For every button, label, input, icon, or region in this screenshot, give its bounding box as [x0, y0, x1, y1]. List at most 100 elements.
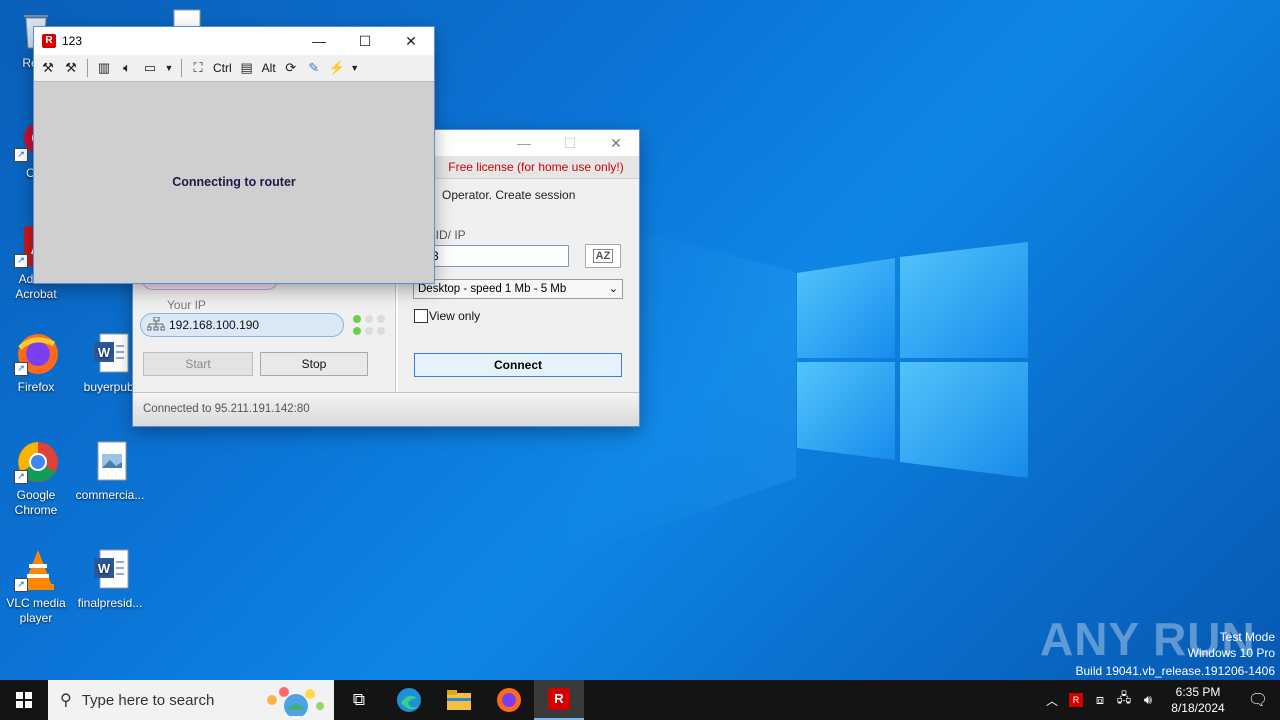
- your-ip-field: 192.168.100.190: [140, 313, 344, 337]
- network-icon: 🖧︎: [1116, 690, 1132, 705]
- license-banner: Free license (for home use only!): [433, 156, 639, 179]
- minimize-button[interactable]: —: [296, 27, 342, 55]
- pen-icon[interactable]: ✎: [304, 58, 324, 78]
- shortcut-arrow-icon: ↗: [14, 578, 28, 592]
- firefox-icon: [497, 688, 521, 712]
- pane-divider: [395, 280, 398, 392]
- toolbar-separator: [87, 59, 88, 77]
- panel-icon[interactable]: ▥: [94, 58, 114, 78]
- taskbar-file-explorer[interactable]: [434, 680, 484, 720]
- start-button[interactable]: [0, 680, 48, 720]
- az-icon: AZ: [592, 249, 614, 263]
- litemanager-app-icon: R: [548, 688, 570, 710]
- firefox-icon: ↗: [14, 332, 58, 376]
- stop-button-label: Stop: [301, 357, 327, 371]
- shortcut-arrow-icon: ↗: [14, 470, 28, 484]
- chevron-up-icon: ︿: [1045, 693, 1058, 708]
- speed-select-value: Desktop - speed 1 Mb - 5 Mb: [418, 283, 567, 295]
- task-view-button[interactable]: ⧉: [334, 680, 384, 720]
- close-button[interactable]: ✕: [593, 129, 639, 157]
- desktop-icon-vlc[interactable]: ↗ VLC media player: [0, 548, 72, 626]
- chevron-down-icon: ⌄: [608, 283, 618, 295]
- connect-button[interactable]: Connect: [414, 353, 622, 377]
- clock-date: 8/18/2024: [1171, 701, 1225, 715]
- speaker-icon[interactable]: 🔈︎: [117, 58, 137, 78]
- shortcut-arrow-icon: ↗: [14, 148, 28, 162]
- viewer-toolbar: ⚒ ⚒ ▥ 🔈︎ ▭ ▼ ⛶ Ctrl ▤ Alt ⟳ ✎ ⚡ ▼: [34, 55, 434, 82]
- tools-icon[interactable]: ⚒: [61, 58, 81, 78]
- minimize-button[interactable]: —: [501, 129, 547, 157]
- taskbar-litemanager[interactable]: R: [534, 680, 584, 720]
- network-icon: [146, 316, 167, 334]
- close-button[interactable]: ✕: [388, 27, 434, 55]
- tray-litemanager[interactable]: R: [1064, 680, 1088, 720]
- watermark-edition: Windows 10 Pro: [1187, 646, 1275, 660]
- litemanager-tray-icon: R: [1069, 693, 1083, 707]
- monitor-icon[interactable]: ▭: [140, 58, 160, 78]
- desktop-icon-commercia[interactable]: commercia...: [74, 440, 146, 503]
- tray-volume[interactable]: 🔊︎: [1136, 680, 1160, 720]
- taskbar-clock[interactable]: 6:35 PM 8/18/2024: [1160, 680, 1236, 720]
- svg-text:W: W: [98, 345, 111, 360]
- chevron-down-icon[interactable]: ▼: [350, 58, 360, 78]
- litemanager-app-icon: R: [42, 34, 56, 48]
- anyrun-watermark: ANY RUN Test Mode Windows 10 Pro Build 1…: [1040, 612, 1280, 680]
- connect-button-label: Connect: [494, 358, 542, 372]
- viewer-status-message: Connecting to router: [172, 175, 296, 189]
- wrench-icon[interactable]: ⚒: [38, 58, 58, 78]
- taskbar: ⚲ Type here to search ⧉ R ︿ R ⧈ 🖧︎ 🔊︎ 6:…: [0, 680, 1280, 720]
- taskbar-search-box[interactable]: ⚲ Type here to search: [48, 680, 334, 720]
- fullscreen-icon[interactable]: ⛶: [188, 58, 208, 78]
- watermark-test-mode: Test Mode: [1219, 630, 1275, 644]
- view-only-checkbox[interactable]: [414, 309, 428, 323]
- windows-logo-icon: [16, 692, 32, 708]
- taskbar-firefox[interactable]: [484, 680, 534, 720]
- status-dots-icon: [352, 314, 386, 336]
- desktop-icon-firefox[interactable]: ↗ Firefox: [0, 332, 72, 395]
- section-title: Operator. Create session: [442, 188, 576, 202]
- tray-network[interactable]: 🖧︎: [1112, 680, 1136, 720]
- shortcut-arrow-icon: ↗: [14, 362, 28, 376]
- task-view-icon: ⧉: [352, 690, 366, 709]
- id-ip-input[interactable]: 3: [429, 245, 569, 267]
- desktop-icon-finalpresid[interactable]: W finalpresid...: [74, 548, 146, 611]
- maximize-button[interactable]: ☐: [342, 27, 388, 55]
- maximize-button[interactable]: ☐: [547, 129, 593, 157]
- search-highlight-icon: [258, 684, 328, 720]
- desktop-icon-label: VLC media player: [6, 596, 66, 625]
- word-document-icon: W: [88, 548, 132, 592]
- stop-button[interactable]: Stop: [260, 352, 368, 376]
- tray-device[interactable]: ⧈: [1088, 680, 1112, 720]
- start-button[interactable]: Start: [143, 352, 253, 376]
- clock-time: 6:35 PM: [1175, 685, 1221, 699]
- ctrl-key-button[interactable]: Ctrl: [211, 61, 234, 75]
- show-hidden-icons-button[interactable]: ︿: [1040, 680, 1064, 720]
- notification-center-button[interactable]: 🗨︎: [1236, 680, 1280, 720]
- desktop-icon-google-chrome[interactable]: ↗ Google Chrome: [0, 440, 72, 518]
- notification-icon: 🗨︎: [1247, 692, 1269, 709]
- alt-key-button[interactable]: Alt: [260, 61, 278, 75]
- image-file-icon: [88, 440, 132, 484]
- id-label: t ID/ IP: [429, 228, 466, 242]
- folder-icon: [447, 690, 471, 710]
- viewer-title: 123: [62, 34, 83, 48]
- your-ip-label: Your IP: [167, 298, 206, 312]
- speaker-icon: 🔊︎: [1143, 692, 1153, 707]
- search-icon: ⚲: [60, 692, 72, 709]
- device-icon: ⧈: [1095, 692, 1105, 707]
- lightning-icon[interactable]: ⚡: [327, 58, 347, 78]
- viewer-window: R 123 — ☐ ✕ ⚒ ⚒ ▥ 🔈︎ ▭ ▼ ⛶ Ctrl ▤ Alt ⟳ …: [34, 27, 434, 283]
- vlc-icon: ↗: [14, 548, 58, 592]
- chevron-down-icon[interactable]: ▼: [163, 58, 175, 78]
- speed-select[interactable]: Desktop - speed 1 Mb - 5 Mb ⌄: [413, 279, 623, 299]
- start-button-label: Start: [185, 357, 211, 371]
- taskbar-edge[interactable]: [384, 680, 434, 720]
- chrome-icon: ↗: [14, 440, 58, 484]
- keyboard-icon[interactable]: ▤: [237, 58, 257, 78]
- az-button[interactable]: AZ: [585, 244, 621, 268]
- refresh-icon[interactable]: ⟳: [281, 58, 301, 78]
- desktop-icon-label: commercia...: [75, 488, 145, 502]
- svg-text:W: W: [98, 561, 111, 576]
- your-ip-value: 192.168.100.190: [169, 318, 260, 332]
- view-only-label: View only: [429, 309, 481, 323]
